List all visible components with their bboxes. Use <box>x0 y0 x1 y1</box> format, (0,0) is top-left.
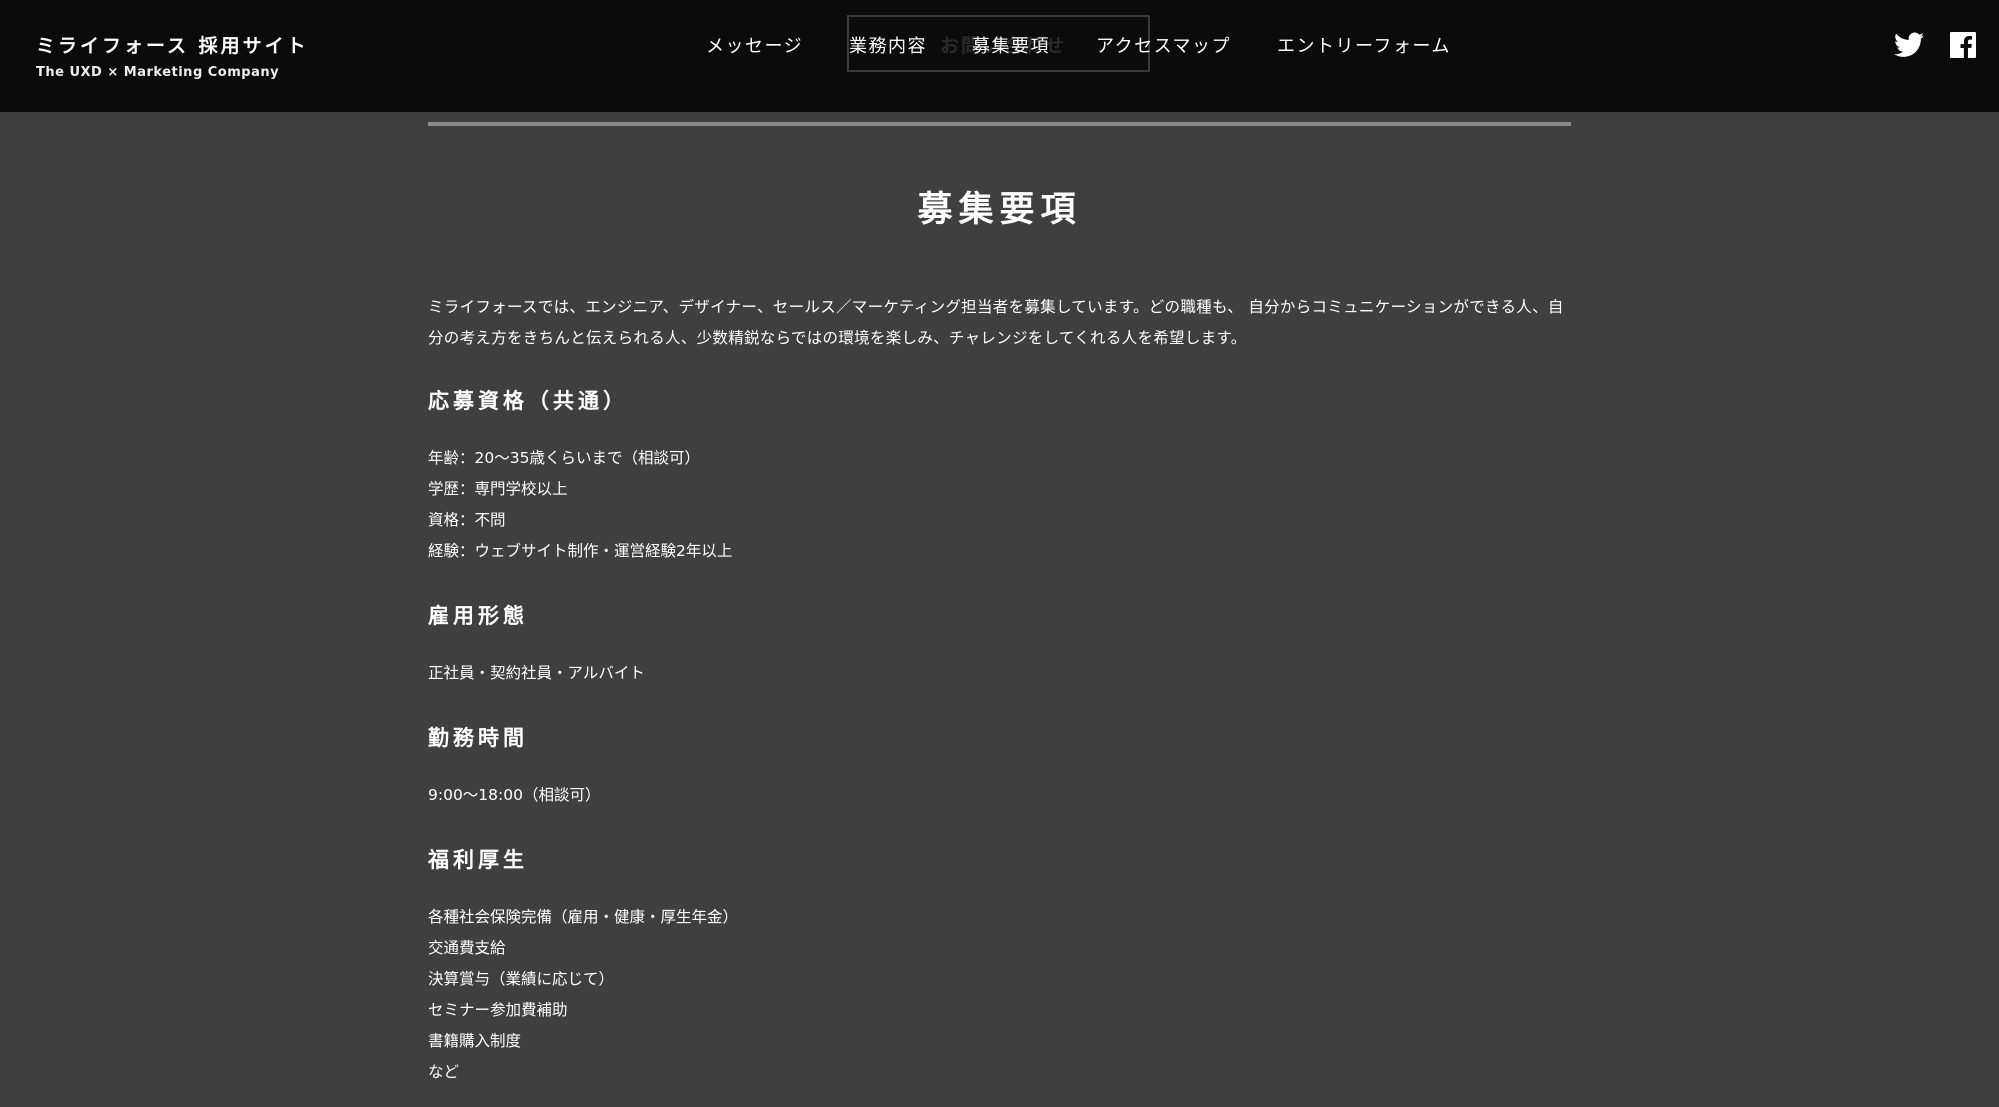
section-heading-employment-type: 雇用形態 <box>428 604 528 628</box>
list-item: 学歴：専門学校以上 <box>428 480 568 498</box>
facebook-icon[interactable] <box>1950 32 1976 58</box>
nav-item-access-map[interactable]: アクセスマップ <box>1096 34 1231 60</box>
list-item: 各種社会保険完備（雇用・健康・厚生年金） <box>428 908 739 926</box>
list-item: 資格：不問 <box>428 511 506 529</box>
section-body-qualifications: 年齢：20〜35歳くらいまで（相談可） 学歴：専門学校以上 資格：不問 経験：ウ… <box>428 443 1571 567</box>
section-heading-qualifications: 応募資格（共通） <box>428 389 628 413</box>
list-item: 正社員・契約社員・アルバイト <box>428 664 645 682</box>
section-body-employment-type: 正社員・契約社員・アルバイト <box>428 658 1571 689</box>
page-title: 募集要項 <box>917 190 1082 230</box>
list-item: 9:00〜18:00（相談可） <box>428 786 601 804</box>
nav-item-entry-form[interactable]: エントリーフォーム <box>1277 34 1451 60</box>
nav-item-message[interactable]: メッセージ <box>706 34 803 60</box>
intro-paragraph: ミライフォースでは、エンジニア、デザイナー、セールス／マーケティング担当者を募集… <box>428 298 1564 347</box>
section-heading-working-hours: 勤務時間 <box>428 726 528 750</box>
list-item: 経験：ウェブサイト制作・運営経験2年以上 <box>428 542 733 560</box>
list-item: セミナー参加費補助 <box>428 1001 568 1019</box>
list-item: 決算賞与（業績に応じて） <box>428 970 615 988</box>
nav-item-business[interactable]: 業務内容 <box>849 34 927 60</box>
list-item: など <box>428 1063 460 1081</box>
list-item: 年齢：20〜35歳くらいまで（相談可） <box>428 449 700 467</box>
twitter-icon[interactable] <box>1894 32 1924 58</box>
list-item: 交通費支給 <box>428 939 506 957</box>
nav-item-recruitment[interactable]: 募集要項 <box>972 34 1050 60</box>
divider <box>428 122 1571 126</box>
list-item: 書籍購入制度 <box>428 1032 522 1050</box>
site-header: ミライフォース 採用サイト The UXD × Marketing Compan… <box>0 0 1999 112</box>
section-body-benefits: 各種社会保険完備（雇用・健康・厚生年金） 交通費支給 決算賞与（業績に応じて） … <box>428 902 1571 1088</box>
main-nav: メッセージ 業務内容 募集要項 アクセスマップ エントリーフォーム <box>0 34 1999 60</box>
section-body-working-hours: 9:00〜18:00（相談可） <box>428 780 1571 811</box>
section-heading-benefits: 福利厚生 <box>428 848 528 872</box>
main-content: 募集要項 ミライフォースでは、エンジニア、デザイナー、セールス／マーケティング担… <box>428 180 1571 1088</box>
brand-subtitle: The UXD × Marketing Company <box>36 65 280 80</box>
